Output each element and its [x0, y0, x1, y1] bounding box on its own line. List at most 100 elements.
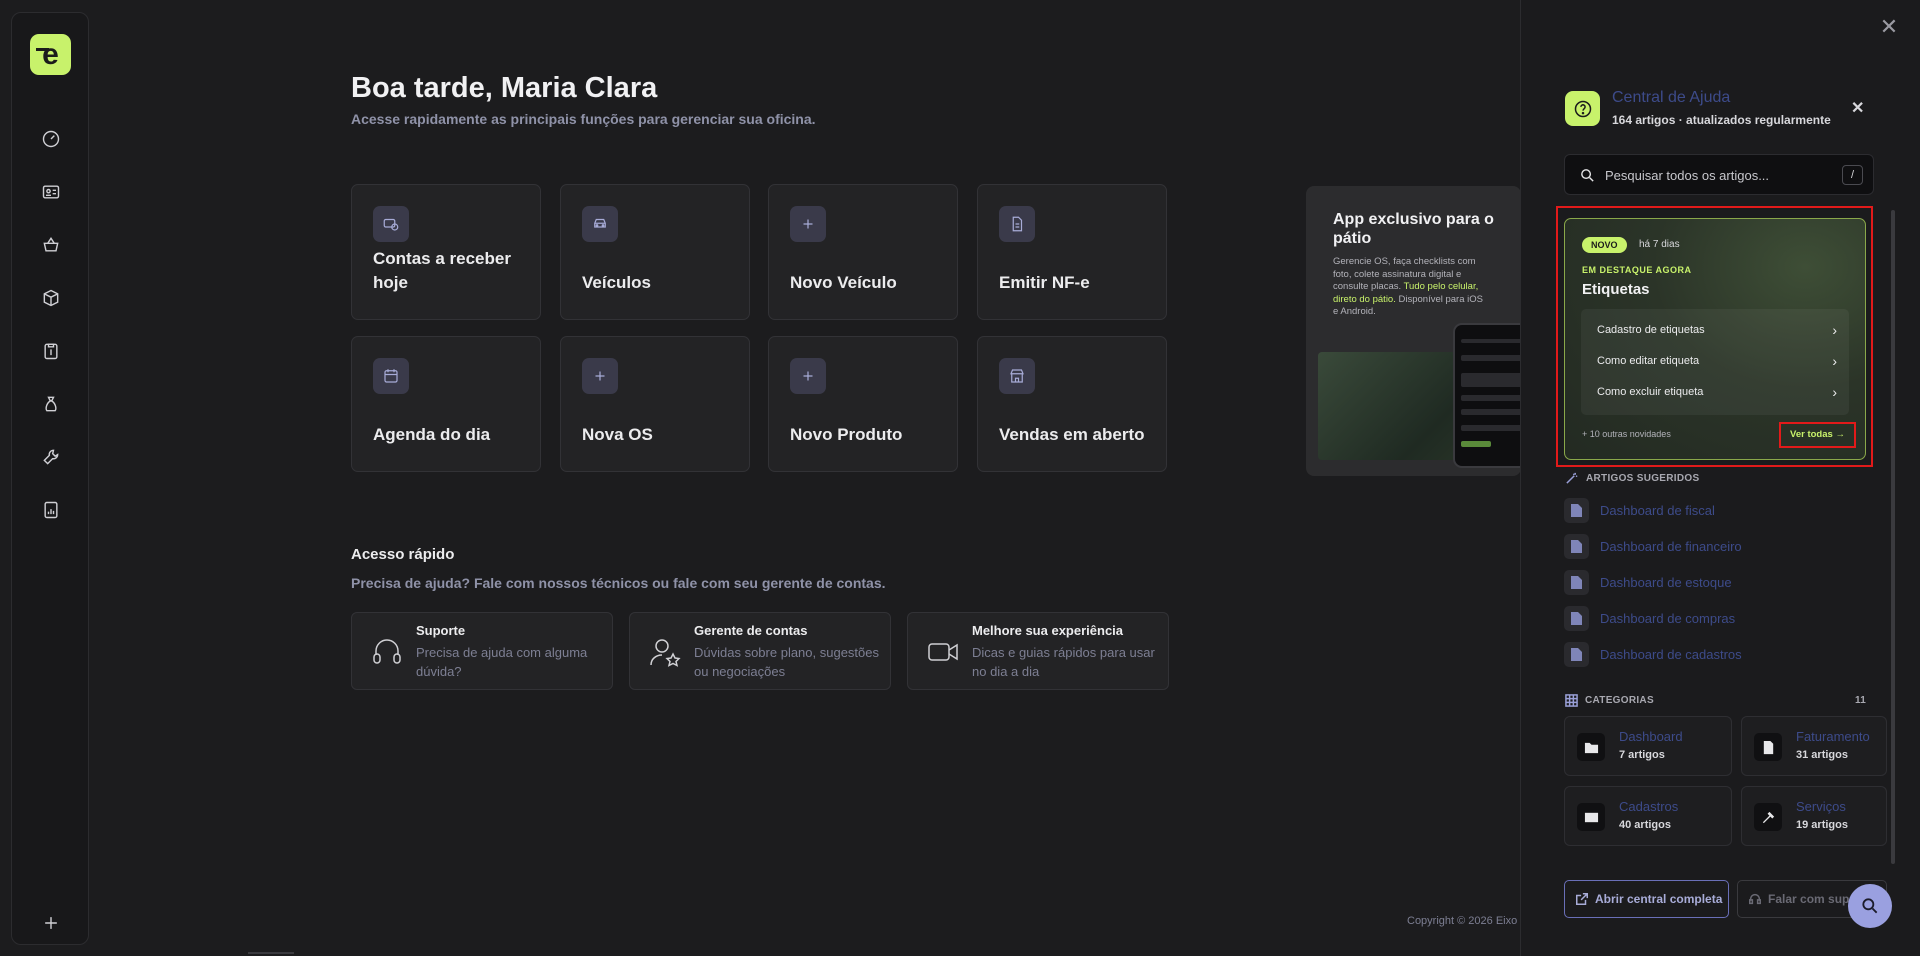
experience-card-title: Melhore sua experiência — [972, 623, 1124, 638]
category-count: 31 artigos — [1796, 749, 1848, 761]
account-manager-card-desc: Dúvidas sobre plano, sugestões ou negoci… — [694, 645, 880, 679]
dashboard-gauge-icon[interactable] — [39, 127, 63, 151]
category-card[interactable]: Dashboard 7 artigos — [1564, 716, 1732, 776]
suggested-title: ARTIGOS SUGERIDOS — [1586, 473, 1700, 484]
experience-card[interactable]: Melhore sua experiência Dicas e guias rá… — [907, 612, 1169, 690]
app-promo-card[interactable]: App exclusivo para o pátio Gerencie OS, … — [1306, 186, 1521, 476]
external-link-icon — [1576, 893, 1588, 905]
help-subtitle: 164 artigos · atualizados regularmente — [1612, 113, 1831, 127]
article-title: Dashboard de fiscal — [1600, 503, 1715, 518]
report-chart-icon[interactable] — [39, 498, 63, 522]
id-card-icon — [1577, 803, 1605, 831]
category-count: 7 artigos — [1619, 749, 1665, 761]
plus-icon — [790, 206, 826, 242]
tile-label: Agenda do dia — [373, 425, 491, 444]
tile-label: Novo Produto — [790, 425, 903, 444]
headset-icon — [370, 635, 404, 669]
search-input[interactable] — [1605, 165, 1825, 185]
tile-nova-os[interactable]: Nova OS — [560, 336, 750, 472]
tile-label: Veículos — [582, 273, 651, 292]
user-star-icon — [648, 635, 682, 669]
article-link[interactable]: Dashboard de cadastros — [1564, 642, 1864, 667]
document-icon — [1564, 642, 1589, 667]
tools-icon — [1754, 803, 1782, 831]
phone-mockup — [1453, 323, 1521, 468]
tile-veiculos[interactable]: Veículos — [560, 184, 750, 320]
money-receive-icon — [373, 206, 409, 242]
article-link[interactable]: Dashboard de financeiro — [1564, 534, 1864, 559]
brand-logo[interactable]: e — [30, 34, 71, 75]
tile-label: Novo Veículo — [790, 273, 897, 292]
article-title: Dashboard de compras — [1600, 611, 1736, 626]
tile-novo-produto[interactable]: Novo Produto — [768, 336, 958, 472]
categories-count: 11 — [1855, 695, 1867, 706]
support-card[interactable]: Suporte Precisa de ajuda com alguma dúvi… — [351, 612, 613, 690]
help-title: Central de Ajuda — [1612, 89, 1731, 106]
box-icon[interactable] — [39, 286, 63, 310]
app-root: e Boa tarde, Maria Clara Acesse rapidame… — [0, 0, 1920, 956]
tile-label: Nova OS — [582, 425, 653, 444]
search-icon — [1581, 169, 1594, 182]
categories-title: CATEGORIAS — [1585, 695, 1654, 706]
document-icon — [1564, 606, 1589, 631]
tile-emitir-nfe[interactable]: Emitir NF-e — [977, 184, 1167, 320]
tile-vendas-em-aberto[interactable]: Vendas em aberto — [977, 336, 1167, 472]
grid-icon — [1565, 694, 1578, 707]
support-card-title: Suporte — [416, 623, 466, 638]
see-all-button[interactable]: Ver todas → — [1783, 426, 1852, 444]
category-name: Dashboard — [1619, 729, 1683, 744]
page-title: Boa tarde, Maria Clara — [351, 72, 658, 104]
tile-label: Vendas em aberto — [999, 425, 1145, 444]
document-icon — [1564, 570, 1589, 595]
help-question-icon — [1565, 91, 1600, 126]
scrollbar[interactable] — [1891, 210, 1895, 864]
tile-contas-a-receber[interactable]: Contas a receber hoje — [351, 184, 541, 320]
document-icon — [1564, 498, 1589, 523]
category-name: Cadastros — [1619, 799, 1679, 814]
experience-card-desc: Dicas e guias rápidos para usar no dia a… — [972, 645, 1155, 679]
close-help-icon[interactable]: ✕ — [1851, 98, 1864, 118]
headset-icon — [1749, 893, 1761, 905]
search-fab[interactable] — [1848, 884, 1892, 928]
copyright: Copyright © 2026 Eixo — [1407, 915, 1518, 927]
category-card[interactable]: Serviços 19 artigos — [1741, 786, 1887, 846]
quick-access-title: Acesso rápido — [351, 546, 455, 563]
calendar-icon — [373, 358, 409, 394]
article-title: Dashboard de cadastros — [1600, 647, 1742, 662]
video-icon — [926, 635, 960, 669]
promo-title: App exclusivo para o pátio — [1333, 211, 1494, 247]
search-shortcut: / — [1842, 165, 1863, 185]
article-link[interactable]: Dashboard de estoque — [1564, 570, 1864, 595]
tile-novo-veiculo[interactable]: Novo Veículo — [768, 184, 958, 320]
quick-access-subtitle: Precisa de ajuda? Fale com nossos técnic… — [351, 575, 886, 591]
category-name: Faturamento — [1796, 729, 1870, 744]
article-link[interactable]: Dashboard de compras — [1564, 606, 1864, 631]
tile-agenda-do-dia[interactable]: Agenda do dia — [351, 336, 541, 472]
folder-icon — [1577, 733, 1605, 761]
category-card[interactable]: Cadastros 40 artigos — [1564, 786, 1732, 846]
document-icon — [1564, 534, 1589, 559]
support-card-desc: Precisa de ajuda com alguma dúvida? — [416, 645, 588, 679]
tile-label: Emitir NF-e — [999, 273, 1090, 292]
document-icon — [999, 206, 1035, 242]
page-subtitle: Acesse rapidamente as principais funções… — [351, 111, 816, 127]
article-link[interactable]: Dashboard de fiscal — [1564, 498, 1864, 523]
wrench-icon[interactable] — [39, 445, 63, 469]
account-manager-card[interactable]: Gerente de contas Dúvidas sobre plano, s… — [629, 612, 891, 690]
add-icon[interactable] — [39, 911, 63, 935]
account-manager-card-title: Gerente de contas — [694, 623, 808, 638]
divider — [248, 952, 294, 954]
help-search[interactable]: / — [1564, 154, 1874, 195]
id-card-icon[interactable] — [39, 180, 63, 204]
basket-icon[interactable] — [39, 233, 63, 257]
category-card[interactable]: Faturamento 31 artigos — [1741, 716, 1887, 776]
close-icon[interactable]: ✕ — [1878, 16, 1900, 38]
category-count: 40 artigos — [1619, 819, 1671, 831]
tile-label: Contas a receber hoje — [373, 249, 511, 292]
money-bag-icon[interactable] — [39, 392, 63, 416]
open-full-help-button[interactable]: Abrir central completa — [1564, 880, 1729, 918]
clipboard-money-icon[interactable] — [39, 339, 63, 363]
open-full-help-label: Abrir central completa — [1595, 892, 1723, 906]
category-name: Serviços — [1796, 799, 1846, 814]
article-title: Dashboard de financeiro — [1600, 539, 1742, 554]
